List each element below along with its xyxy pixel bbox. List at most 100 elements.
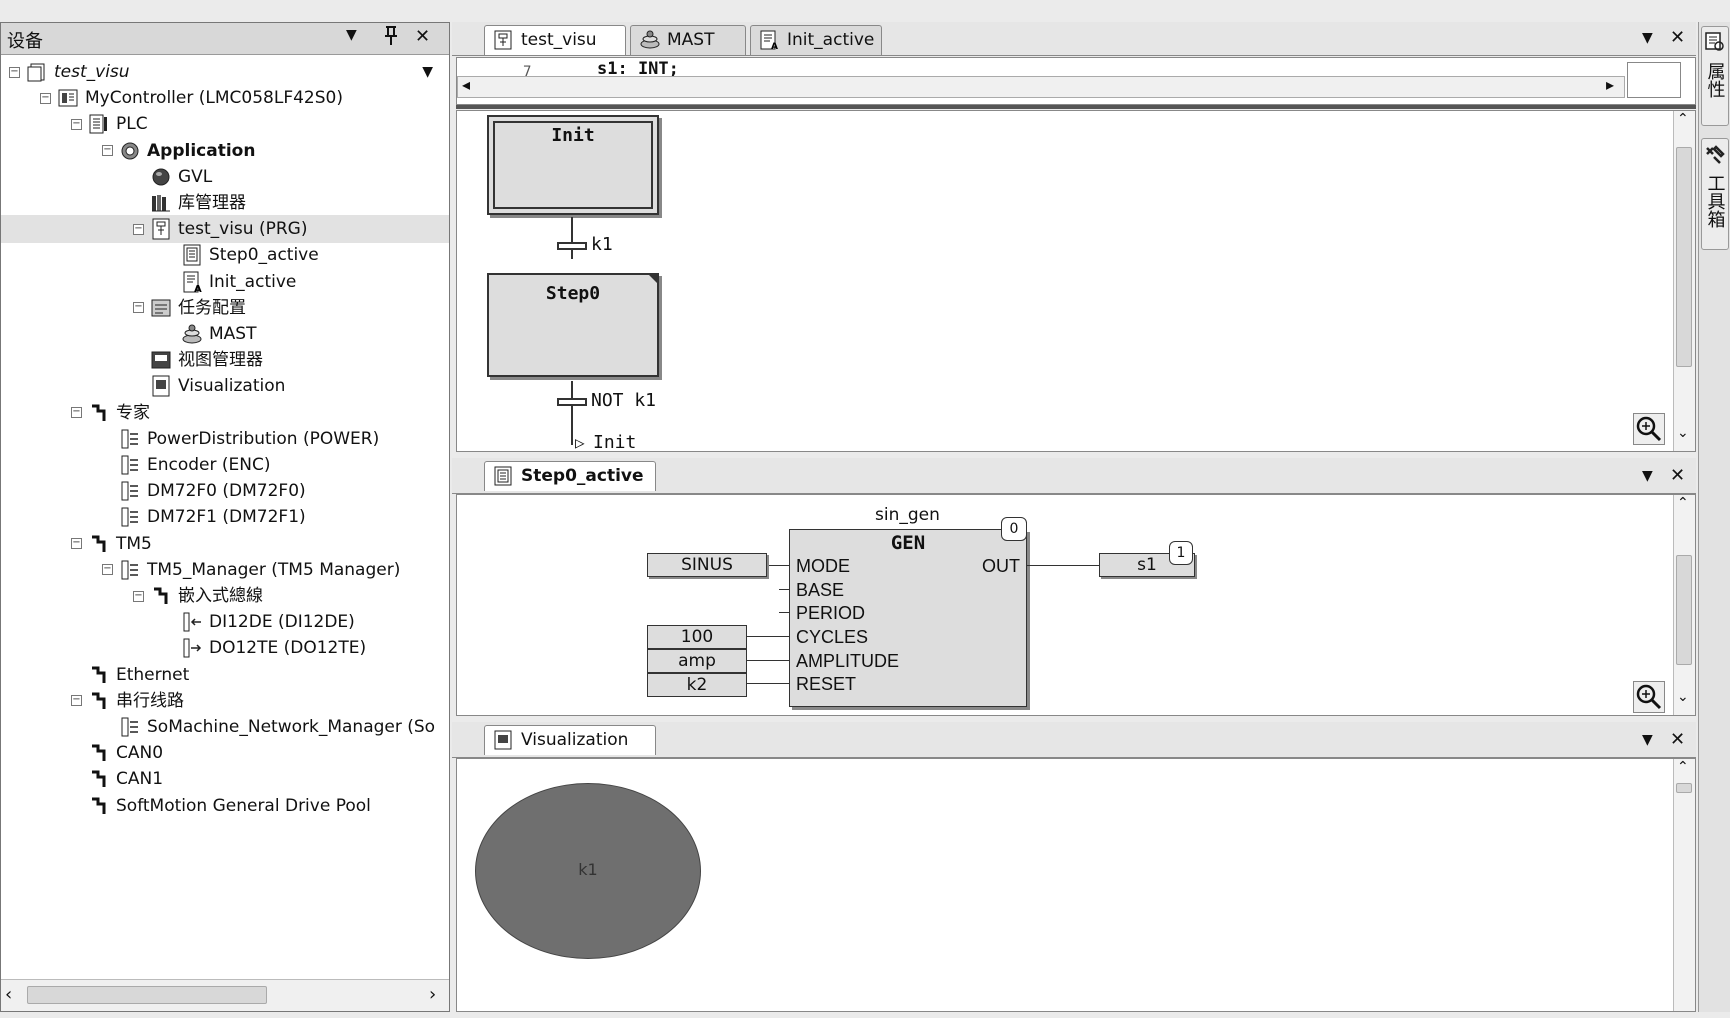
- panel-dropdown-icon[interactable]: ▼: [1642, 468, 1653, 484]
- tree-item[interactable]: − test_visu ▼: [9, 58, 441, 86]
- tree-item[interactable]: − 专家: [71, 399, 441, 427]
- editor-splitter[interactable]: [456, 105, 1696, 109]
- tree-item[interactable]: 视图管理器: [133, 346, 441, 374]
- tree-item[interactable]: Encoder (ENC): [102, 451, 441, 479]
- tree-item[interactable]: CAN0: [71, 739, 441, 767]
- sfc-transition-not-k1[interactable]: [557, 398, 587, 406]
- zoom-icon[interactable]: [1633, 681, 1665, 713]
- execution-order-badge: 0: [1001, 517, 1027, 541]
- tab-init-active[interactable]: A Init_active: [750, 25, 882, 55]
- scroll-down-icon[interactable]: ⌄: [1677, 425, 1689, 441]
- tree-dropdown-icon[interactable]: ▼: [422, 58, 433, 86]
- tree-item[interactable]: A Init_active: [164, 268, 441, 296]
- scroll-thumb[interactable]: [1676, 555, 1692, 665]
- sfc-vscroll[interactable]: ⌃ ⌄: [1673, 111, 1695, 451]
- tree-item[interactable]: − TM5_Manager (TM5 Manager): [102, 556, 441, 584]
- tree-item[interactable]: DM72F1 (DM72F1): [102, 503, 441, 531]
- sfc-editor[interactable]: Init k1 Step0 NOT k1 ▷ Init ⌃ ⌄: [456, 110, 1696, 452]
- tree-item[interactable]: − 任务配置: [133, 294, 441, 322]
- input-var-sinus[interactable]: SINUS: [647, 553, 767, 577]
- collapse-icon[interactable]: −: [133, 223, 144, 235]
- visualization-editor[interactable]: k1 ⌃: [456, 758, 1696, 1012]
- scroll-up-icon[interactable]: ⌃: [1677, 111, 1689, 127]
- panel-close-icon[interactable]: ✕: [1670, 729, 1685, 750]
- collapse-icon[interactable]: −: [9, 66, 20, 78]
- collapse-icon[interactable]: −: [133, 590, 144, 602]
- declaration-hscroll[interactable]: ◂ ▸: [457, 75, 1625, 98]
- tree-item[interactable]: MAST: [164, 320, 441, 348]
- tree-item-label: Encoder (ENC): [147, 455, 271, 475]
- close-icon[interactable]: ✕: [415, 26, 430, 47]
- scroll-thumb[interactable]: [1676, 147, 1692, 367]
- toolbox-tab[interactable]: 工具箱: [1701, 138, 1729, 250]
- tab-test-visu[interactable]: test_visu: [484, 25, 626, 55]
- zoom-icon[interactable]: [1633, 413, 1665, 445]
- module-icon: [119, 480, 141, 502]
- panel-dropdown-icon[interactable]: ▼: [1642, 732, 1653, 748]
- declaration-editor[interactable]: 7 s1: INT; ◂ ▸: [456, 57, 1696, 105]
- scroll-up-icon[interactable]: ⌃: [1677, 759, 1689, 775]
- tree-item[interactable]: CAN1: [71, 765, 441, 793]
- scroll-left-icon[interactable]: ‹: [5, 984, 12, 1005]
- scroll-thumb[interactable]: [1676, 783, 1692, 793]
- visu-ellipse[interactable]: k1: [475, 783, 701, 959]
- tree-item[interactable]: − Application: [102, 137, 441, 165]
- tab-step0-active[interactable]: Step0_active: [484, 461, 656, 491]
- editor-close-icon[interactable]: ✕: [1670, 27, 1685, 48]
- sfc-transition-k1[interactable]: [557, 242, 587, 250]
- horizontal-scrollbar[interactable]: ‹ ›: [1, 979, 449, 1011]
- scroll-left-icon[interactable]: ◂: [462, 75, 470, 94]
- collapse-icon[interactable]: −: [71, 538, 82, 550]
- tree-item[interactable]: DM72F0 (DM72F0): [102, 477, 441, 505]
- tree-item[interactable]: DI12DE (DI12DE): [164, 608, 441, 636]
- scroll-down-icon[interactable]: ⌄: [1677, 689, 1689, 705]
- transition-label: NOT k1: [591, 390, 657, 411]
- scroll-right-icon[interactable]: ›: [429, 984, 436, 1005]
- collapse-icon[interactable]: −: [71, 118, 82, 130]
- tree-item[interactable]: PowerDistribution (POWER): [102, 425, 441, 453]
- collapse-icon[interactable]: −: [71, 407, 82, 419]
- tree-item[interactable]: SoftMotion General Drive Pool: [71, 792, 441, 820]
- scroll-right-icon[interactable]: ▸: [1606, 75, 1614, 94]
- splitter-handle[interactable]: [1627, 62, 1681, 98]
- tab-visualization[interactable]: Visualization: [484, 725, 656, 755]
- tree-item[interactable]: Ethernet: [71, 661, 441, 689]
- visualization-vscroll[interactable]: ⌃: [1673, 759, 1695, 1011]
- panel-dropdown-icon[interactable]: ▼: [346, 27, 357, 43]
- editor-dropdown-icon[interactable]: ▼: [1642, 30, 1653, 46]
- panel-close-icon[interactable]: ✕: [1670, 465, 1685, 486]
- collapse-icon[interactable]: −: [102, 145, 113, 157]
- fbd-vscroll[interactable]: ⌃ ⌄: [1673, 495, 1695, 715]
- collapse-icon[interactable]: −: [102, 564, 113, 576]
- tree-item[interactable]: GVL: [133, 163, 441, 191]
- tree-item[interactable]: − 串行线路: [71, 687, 441, 715]
- sfc-step-init[interactable]: Init: [487, 115, 659, 215]
- input-var-amp[interactable]: amp: [647, 649, 747, 673]
- visualization-tab-bar: Visualization ▼ ✕: [452, 722, 1696, 758]
- pin-icon[interactable]: [383, 25, 399, 52]
- sfc-step-step0[interactable]: Step0: [487, 273, 659, 377]
- function-block-gen[interactable]: GEN MODE BASE PERIOD CYCLES AMPLITUDE RE…: [789, 529, 1027, 707]
- tree-item[interactable]: − 嵌入式總線: [133, 582, 441, 610]
- collapse-icon[interactable]: −: [133, 302, 144, 314]
- tree-item-label: GVL: [178, 166, 213, 187]
- tab-mast[interactable]: MAST: [630, 25, 746, 55]
- tree-item[interactable]: − PLC: [71, 110, 441, 138]
- tree-item[interactable]: DO12TE (DO12TE): [164, 634, 441, 662]
- tree-item[interactable]: − test_visu (PRG): [1, 215, 449, 244]
- input-var-cycles[interactable]: 100: [647, 625, 747, 649]
- tree-item[interactable]: − TM5: [71, 530, 441, 558]
- scroll-up-icon[interactable]: ⌃: [1677, 495, 1689, 511]
- tree-item[interactable]: 库管理器: [133, 189, 441, 217]
- collapse-icon[interactable]: −: [71, 695, 82, 707]
- tree-item-label: 库管理器: [178, 193, 246, 213]
- scroll-thumb[interactable]: [27, 986, 267, 1004]
- fbd-editor[interactable]: sin_gen GEN MODE BASE PERIOD CYCLES AMPL…: [456, 494, 1696, 716]
- input-var-k2[interactable]: k2: [647, 673, 747, 697]
- tree-item[interactable]: − MyController (LMC058LF42S0): [40, 84, 441, 112]
- tree-item[interactable]: Visualization: [133, 372, 441, 400]
- tree-item[interactable]: Step0_active: [164, 241, 441, 269]
- collapse-icon[interactable]: −: [40, 92, 51, 104]
- tree-item[interactable]: SoMachine_Network_Manager (So: [102, 713, 441, 741]
- properties-tab[interactable]: 属性: [1701, 26, 1729, 126]
